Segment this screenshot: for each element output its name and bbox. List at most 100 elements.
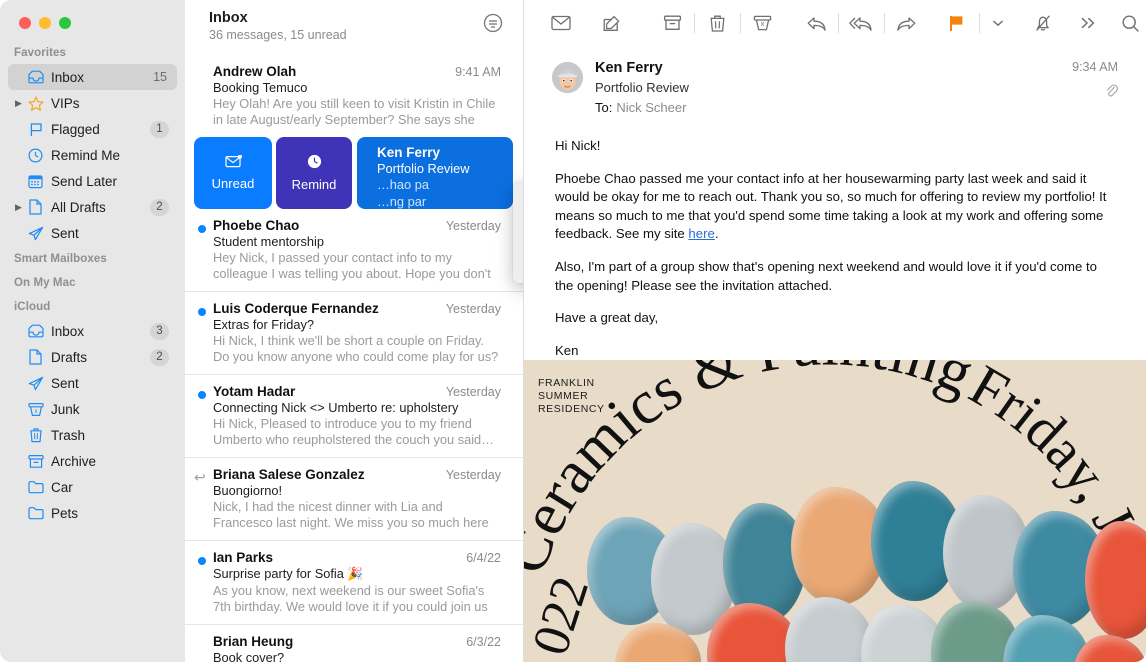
message-sender: Ian Parks bbox=[213, 550, 274, 565]
mute-button[interactable] bbox=[1028, 8, 1058, 38]
archive-button[interactable] bbox=[657, 8, 687, 38]
sidebar-item-label: Drafts bbox=[51, 349, 88, 365]
sidebar-item-label: Inbox bbox=[51, 69, 85, 85]
sidebar-item-sent[interactable]: ▶Sent bbox=[8, 220, 177, 246]
chevron-right-icon[interactable]: ▶ bbox=[12, 202, 25, 212]
swipe-unread-button[interactable]: Unread bbox=[194, 137, 272, 209]
chevron-right-icon[interactable]: ▶ bbox=[12, 98, 25, 108]
forward-button[interactable] bbox=[892, 8, 922, 38]
sidebar-item-remind-me[interactable]: ▶Remind Me bbox=[8, 142, 177, 168]
message-sender: Brian Heung bbox=[213, 634, 294, 649]
mark-unread-button[interactable] bbox=[546, 8, 576, 38]
swipe-remind-button[interactable]: Remind bbox=[276, 137, 352, 209]
message-date: Yesterday bbox=[445, 385, 501, 399]
list-item[interactable]: Brian Heung6/3/22Book cover?Hi Nick, so … bbox=[185, 625, 523, 662]
unread-dot bbox=[198, 557, 206, 565]
sidebar-item-sent[interactable]: ▶Sent bbox=[8, 370, 177, 396]
menu-item[interactable]: Remind me in 1 hour bbox=[513, 186, 523, 209]
flag-icon bbox=[25, 122, 46, 137]
filter-icon[interactable] bbox=[481, 11, 505, 35]
message-time: 9:34 AM bbox=[1072, 60, 1118, 74]
reply-button[interactable] bbox=[801, 8, 831, 38]
message-recipients: To: Nick Scheer bbox=[595, 100, 1146, 115]
list-item[interactable]: Andrew Olah 9:41 AM Booking Temuco Hey O… bbox=[185, 55, 523, 137]
archive-icon bbox=[25, 454, 46, 469]
list-item[interactable]: Ian Parks 6/4/22 Surprise party for Sofia … bbox=[185, 541, 523, 625]
sidebar-item-drafts[interactable]: ▶Drafts2 bbox=[8, 344, 177, 370]
sidebar-item-label: Junk bbox=[51, 401, 80, 417]
reply-all-button[interactable] bbox=[846, 8, 876, 38]
message-list-header: Inbox 36 messages, 15 unread bbox=[185, 0, 523, 55]
list-item[interactable]: Phoebe Chao Yesterday Student mentorship He… bbox=[185, 209, 523, 292]
calendar-icon bbox=[25, 174, 46, 189]
message-subject: Buongiorno! bbox=[213, 483, 283, 498]
sidebar-item-inbox[interactable]: ▶Inbox15 bbox=[8, 64, 177, 90]
sidebar-item-all-drafts[interactable]: ▶ All Drafts 2 bbox=[8, 194, 177, 220]
message-list: Inbox 36 messages, 15 unread Andrew Olah… bbox=[185, 0, 524, 662]
message-preview: Hi Nick, Pleased to introduce you to my … bbox=[213, 416, 494, 447]
sidebar-item-send-later[interactable]: ▶Send Later bbox=[8, 168, 177, 194]
attached-poster-image[interactable]: FRANKLIN SUMMER RESIDENCY Ceramics & Pai… bbox=[524, 360, 1146, 662]
message-header: Ken Ferry Portfolio Review To: Nick Schee… bbox=[524, 46, 1146, 115]
message-preview: As you know, next weekend is our sweet S… bbox=[213, 583, 488, 614]
list-item[interactable]: Yotam Hadar Yesterday Connecting Nick <> U… bbox=[185, 375, 523, 458]
message-date: 6/3/22 bbox=[466, 635, 501, 649]
swipe-remind-label: Remind bbox=[291, 177, 337, 192]
inbox-icon bbox=[25, 70, 46, 84]
sidebar-item-label: Car bbox=[51, 479, 73, 495]
paperclip-icon[interactable] bbox=[1072, 83, 1118, 101]
folder-icon bbox=[25, 506, 46, 520]
unread-count: 15 bbox=[153, 70, 167, 84]
menu-item[interactable]: Remind me Tonight bbox=[513, 209, 523, 232]
sidebar-section-header: Favorites bbox=[14, 47, 67, 59]
menu-item[interactable]: Remind me Tomorrow bbox=[513, 232, 523, 255]
flag-dropdown-button[interactable] bbox=[987, 8, 1008, 38]
message-sender: Ken Ferry bbox=[595, 60, 663, 76]
body-p1-text: Phoebe Chao passed me your contact info … bbox=[555, 170, 1107, 242]
unread-badge: 1 bbox=[150, 120, 169, 138]
paper-plane-icon bbox=[25, 226, 46, 241]
compose-button[interactable] bbox=[596, 8, 626, 38]
message-preview-line1: …hao pa bbox=[377, 177, 429, 192]
sidebar-item-car[interactable]: ▶Car bbox=[8, 474, 177, 500]
body-signature: Ken bbox=[555, 342, 579, 358]
minimize-button[interactable] bbox=[39, 17, 51, 29]
mail-toolbar: x bbox=[524, 0, 1146, 46]
sidebar-item-label: Archive bbox=[51, 453, 97, 469]
sidebar-item-inbox[interactable]: ▶Inbox3 bbox=[8, 318, 177, 344]
search-button[interactable] bbox=[1116, 8, 1146, 38]
sidebar-item-flagged[interactable]: ▶Flagged1 bbox=[8, 116, 177, 142]
delete-button[interactable] bbox=[702, 8, 732, 38]
sidebar-item-vips[interactable]: ▶ VIPs bbox=[8, 90, 177, 116]
list-item-selected[interactable]: Ken Ferry Portfolio Review …hao pa …ng p… bbox=[357, 137, 513, 209]
reading-pane: x Ken Ferry Portfolio Review To: Nick Sc… bbox=[524, 0, 1146, 662]
more-button[interactable] bbox=[1073, 8, 1103, 38]
list-item[interactable]: Luis Coderque Fernandez Yesterday Extras f… bbox=[185, 292, 523, 375]
unread-envelope-icon bbox=[224, 154, 242, 171]
unread-badge: 3 bbox=[150, 322, 169, 340]
message-subject: Extras for Friday? bbox=[213, 317, 314, 332]
list-item[interactable]: ↩ Briana Salese Gonzalez Yesterday Buongior… bbox=[185, 458, 523, 541]
sidebar-item-pets[interactable]: ▶Pets bbox=[8, 500, 177, 526]
message-sender: Briana Salese Gonzalez bbox=[213, 467, 365, 482]
site-link[interactable]: here bbox=[688, 226, 714, 241]
sidebar-item-label: Send Later bbox=[51, 173, 118, 189]
message-date: 9:41 AM bbox=[455, 65, 501, 79]
message-date: Yesterday bbox=[445, 468, 501, 482]
sidebar-item-trash[interactable]: ▶Trash bbox=[8, 422, 177, 448]
sidebar-item-label: Inbox bbox=[51, 323, 85, 339]
flag-button[interactable] bbox=[942, 8, 972, 38]
close-button[interactable] bbox=[19, 17, 31, 29]
sidebar-item-archive[interactable]: ▶Archive bbox=[8, 448, 177, 474]
body-paragraph-2: Also, I'm part of a group show that's op… bbox=[555, 258, 1097, 293]
message-sender: Andrew Olah bbox=[213, 64, 297, 79]
menu-item[interactable]: Remind me Later… bbox=[513, 255, 523, 278]
folder-icon bbox=[25, 480, 46, 494]
to-label: To: bbox=[595, 100, 613, 115]
message-sender: Ken Ferry bbox=[377, 145, 441, 160]
sidebar-item-label: All Drafts bbox=[51, 199, 106, 215]
sidebar-item-label: Flagged bbox=[51, 121, 100, 137]
sidebar-item-junk[interactable]: ▶xJunk bbox=[8, 396, 177, 422]
zoom-button[interactable] bbox=[59, 17, 71, 29]
junk-button[interactable]: x bbox=[747, 8, 777, 38]
